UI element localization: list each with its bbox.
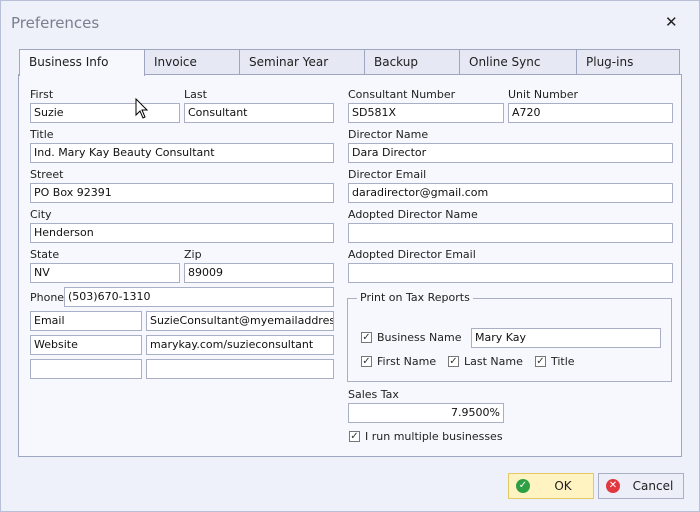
cancel-button-label: Cancel	[632, 479, 674, 493]
tab-seminar-year[interactable]: Seminar Year	[239, 49, 365, 74]
tab-business-info[interactable]: Business Info	[19, 49, 145, 76]
director-name-label: Director Name	[348, 128, 429, 141]
state-label: State	[30, 248, 60, 261]
sales-tax-input[interactable]: 7.9500%	[348, 403, 504, 423]
preferences-dialog: Preferences ✕ Business Info Invoice Semi…	[0, 0, 700, 512]
window-title: Preferences	[11, 14, 100, 32]
multiple-businesses-checkbox[interactable]: ✓	[349, 431, 360, 442]
zip-input[interactable]: 89009	[184, 263, 334, 283]
cancel-button[interactable]: ✕ Cancel	[598, 473, 684, 499]
ok-button[interactable]: ✓ OK	[508, 473, 594, 499]
director-name-input[interactable]: Dara Director	[348, 143, 673, 163]
director-email-input[interactable]: daradirector@gmail.com	[348, 183, 673, 203]
tab-invoice[interactable]: Invoice	[144, 49, 240, 74]
city-label: City	[30, 208, 52, 221]
title-label: Title	[30, 128, 54, 141]
first-name-input[interactable]: Suzie	[30, 103, 180, 123]
city-input[interactable]: Henderson	[30, 223, 334, 243]
check-circle-icon: ✓	[516, 479, 530, 493]
adopted-director-email-input[interactable]	[348, 263, 673, 283]
title-checkbox-label: Title	[551, 355, 575, 368]
last-name-checkbox-label: Last Name	[464, 355, 523, 368]
business-name-checkbox[interactable]: ✓	[361, 332, 372, 343]
unit-number-label: Unit Number	[508, 88, 579, 101]
first-name-checkbox[interactable]: ✓	[361, 356, 372, 367]
tab-backup[interactable]: Backup	[364, 49, 460, 74]
consultant-number-label: Consultant Number	[348, 88, 456, 101]
print-on-tax-reports-title: Print on Tax Reports	[357, 291, 473, 304]
contact-type-input[interactable]	[30, 359, 142, 379]
last-name-input[interactable]: Consultant	[184, 103, 334, 123]
contact-value-input[interactable]	[146, 359, 334, 379]
contact-value-input[interactable]: marykay.com/suzieconsultant	[146, 335, 334, 355]
first-label: First	[30, 88, 54, 101]
ok-button-label: OK	[554, 479, 572, 493]
adopted-director-email-label: Adopted Director Email	[348, 248, 476, 261]
multiple-businesses-label: I run multiple businesses	[365, 430, 503, 443]
business-name-label: Business Name	[377, 331, 462, 344]
phone-input[interactable]: (503)670-1310	[64, 287, 334, 307]
tab-online-sync[interactable]: Online Sync	[459, 49, 577, 74]
street-label: Street	[30, 168, 64, 181]
street-input[interactable]: PO Box 92391	[30, 183, 334, 203]
contact-type-input[interactable]: Website	[30, 335, 142, 355]
adopted-director-name-label: Adopted Director Name	[348, 208, 478, 221]
close-icon[interactable]: ✕	[665, 13, 678, 31]
contact-type-input[interactable]: Email	[30, 311, 142, 331]
title-input[interactable]: Ind. Mary Kay Beauty Consultant	[30, 143, 334, 163]
phone-label: Phone	[30, 291, 65, 304]
contact-value-input[interactable]: SuzieConsultant@myemailaddress.com	[146, 311, 334, 331]
mouse-cursor-icon	[135, 98, 149, 119]
cancel-circle-icon: ✕	[606, 479, 620, 493]
business-name-input[interactable]: Mary Kay	[471, 328, 661, 348]
consultant-number-input[interactable]: SD581X	[348, 103, 504, 123]
last-name-checkbox[interactable]: ✓	[448, 356, 459, 367]
title-checkbox[interactable]: ✓	[535, 356, 546, 367]
zip-label: Zip	[184, 248, 202, 261]
tab-plug-ins[interactable]: Plug-ins	[576, 49, 680, 74]
adopted-director-name-input[interactable]	[348, 223, 673, 243]
last-label: Last	[184, 88, 207, 101]
unit-number-input[interactable]: A720	[508, 103, 673, 123]
sales-tax-label: Sales Tax	[348, 388, 399, 401]
state-input[interactable]: NV	[30, 263, 180, 283]
director-email-label: Director Email	[348, 168, 427, 181]
first-name-checkbox-label: First Name	[377, 355, 437, 368]
